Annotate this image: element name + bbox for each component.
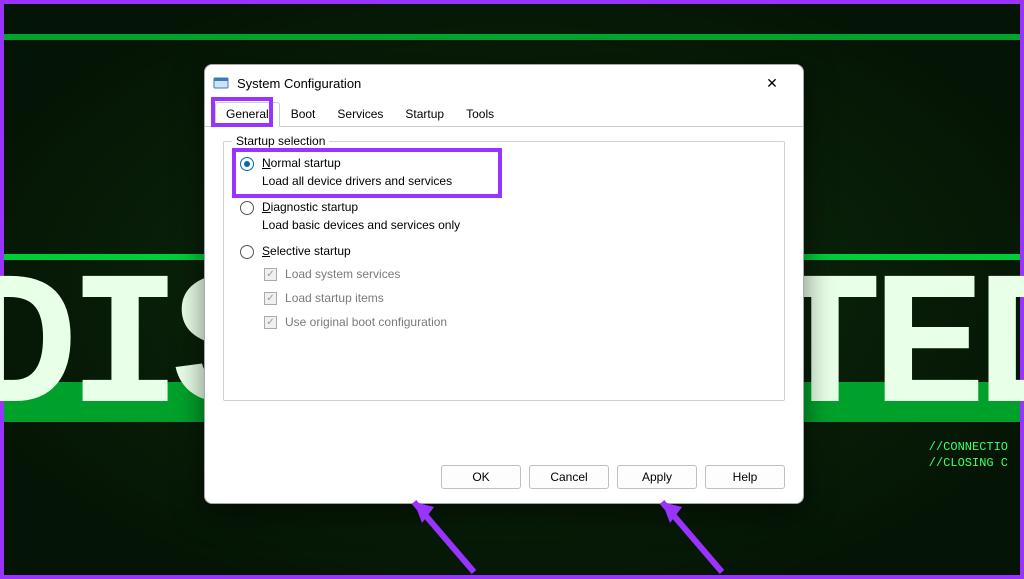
bg-big-text-right: TED [768, 244, 1024, 459]
check-load-startup: ✓ Load startup items [264, 291, 768, 305]
system-configuration-dialog: System Configuration ✕ General Boot Serv… [204, 64, 804, 504]
diagnostic-sub: Load basic devices and services only [262, 218, 460, 232]
check-load-startup-label: Load startup items [285, 291, 384, 305]
ok-button[interactable]: OK [441, 465, 521, 489]
close-icon: ✕ [766, 75, 778, 92]
option-normal-startup[interactable]: Normal startup Load all device drivers a… [240, 156, 768, 188]
check-use-original: ✓ Use original boot configuration [264, 315, 768, 329]
tab-tools[interactable]: Tools [455, 102, 505, 127]
general-panel: Startup selection Normal startup Load al… [205, 127, 803, 455]
tab-services[interactable]: Services [326, 102, 394, 127]
startup-selection-group: Startup selection Normal startup Load al… [223, 141, 785, 401]
group-legend: Startup selection [232, 134, 329, 148]
check-load-system: ✓ Load system services [264, 267, 768, 281]
diagnostic-label: Diagnostic startup [262, 200, 460, 214]
normal-label: Normal startup [262, 156, 452, 170]
tab-strip: General Boot Services Startup Tools [205, 101, 803, 127]
selective-label: Selective startup [262, 244, 351, 258]
help-button[interactable]: Help [705, 465, 785, 489]
checkbox-icon: ✓ [264, 268, 277, 281]
checkbox-icon: ✓ [264, 316, 277, 329]
radio-normal[interactable] [240, 157, 254, 171]
radio-diagnostic[interactable] [240, 201, 254, 215]
radio-selective[interactable] [240, 245, 254, 259]
tab-startup[interactable]: Startup [394, 102, 455, 127]
checkbox-icon: ✓ [264, 292, 277, 305]
apply-button[interactable]: Apply [617, 465, 697, 489]
check-use-original-label: Use original boot configuration [285, 315, 447, 329]
option-selective-startup[interactable]: Selective startup [240, 244, 768, 259]
cancel-button[interactable]: Cancel [529, 465, 609, 489]
check-load-system-label: Load system services [285, 267, 400, 281]
tab-boot[interactable]: Boot [280, 102, 327, 127]
close-button[interactable]: ✕ [749, 68, 795, 98]
msconfig-icon [213, 75, 229, 91]
normal-sub: Load all device drivers and services [262, 174, 452, 188]
tab-general[interactable]: General [215, 102, 280, 127]
titlebar[interactable]: System Configuration ✕ [205, 65, 803, 101]
selective-suboptions: ✓ Load system services ✓ Load startup it… [264, 267, 768, 329]
bg-small-text: //CONNECTIO //CLOSING C [929, 440, 1008, 471]
option-diagnostic-startup[interactable]: Diagnostic startup Load basic devices an… [240, 200, 768, 232]
dialog-title: System Configuration [237, 76, 749, 91]
dialog-buttons: OK Cancel Apply Help [205, 455, 803, 503]
